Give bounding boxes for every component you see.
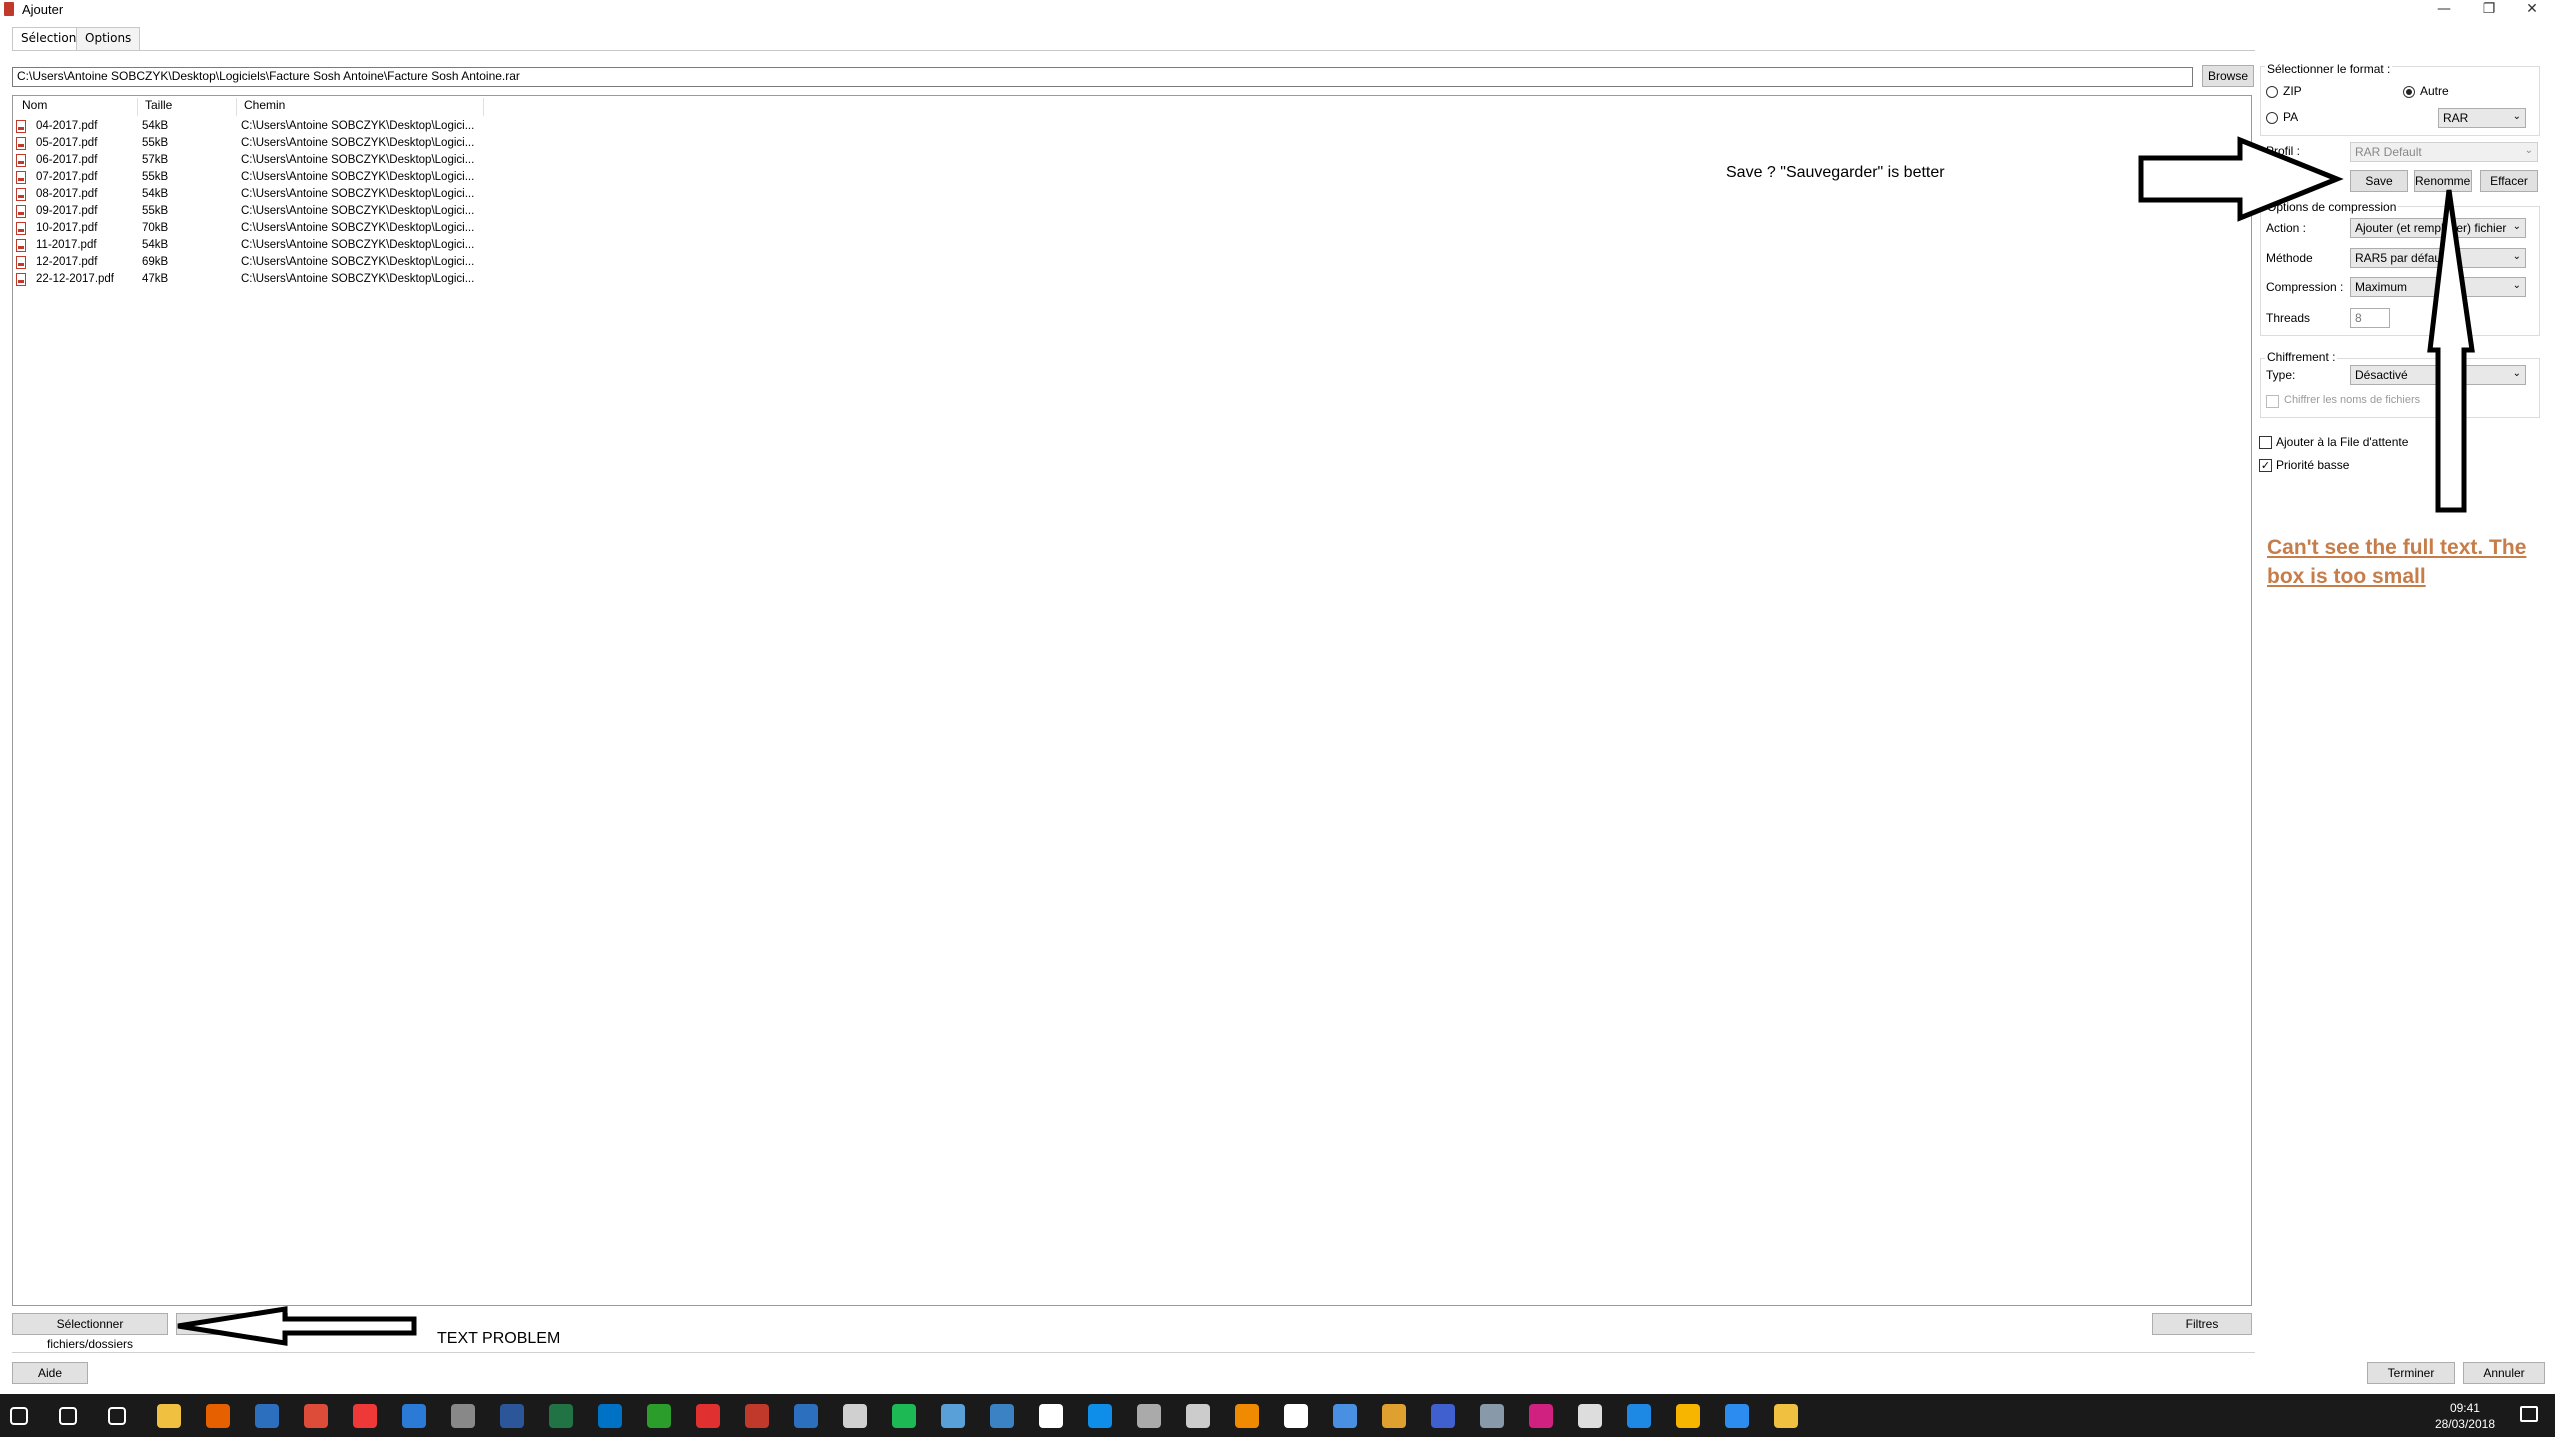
itunes-icon[interactable]	[843, 1404, 867, 1428]
spotify-icon[interactable]	[892, 1404, 916, 1428]
app-cube-icon[interactable]	[1382, 1404, 1406, 1428]
acrobat-icon[interactable]	[745, 1404, 769, 1428]
arrow-left-annotation	[177, 1306, 417, 1346]
magnifier-icon[interactable]	[1284, 1404, 1308, 1428]
keepass-icon[interactable]	[1480, 1404, 1504, 1428]
app-monitor-icon[interactable]	[1627, 1404, 1651, 1428]
app-wheel-icon[interactable]	[1186, 1404, 1210, 1428]
arrow-up-annotation	[2427, 189, 2475, 513]
annotation-arrows	[177, 136, 2475, 1346]
chrome-icon[interactable]	[304, 1404, 328, 1428]
app-fs-icon[interactable]	[1529, 1404, 1553, 1428]
app-brush-icon[interactable]	[1333, 1404, 1357, 1428]
vlc-icon[interactable]	[1235, 1404, 1259, 1428]
search-icon[interactable]	[59, 1407, 77, 1425]
thunderbird-icon[interactable]	[255, 1404, 279, 1428]
vivaldi-icon[interactable]	[353, 1404, 377, 1428]
folder-archive-icon[interactable]	[1774, 1404, 1798, 1428]
word-icon[interactable]	[500, 1404, 524, 1428]
app-red-icon[interactable]	[696, 1404, 720, 1428]
file-explorer-icon[interactable]	[157, 1404, 181, 1428]
firefox-icon[interactable]	[206, 1404, 230, 1428]
clock-date: 28/03/2018	[2434, 1417, 2495, 1431]
taskbar	[0, 1394, 2555, 1437]
app-globe-icon[interactable]	[1431, 1404, 1455, 1428]
edge-icon[interactable]	[402, 1404, 426, 1428]
teamviewer-icon[interactable]	[1088, 1404, 1112, 1428]
app-flower-icon[interactable]	[1676, 1404, 1700, 1428]
taskbar-clock[interactable]: 09:41 28/03/2018	[2435, 1400, 2495, 1432]
app-pill-icon[interactable]	[1725, 1404, 1749, 1428]
clock-time: 09:41	[2449, 1401, 2480, 1415]
outlook-icon[interactable]	[598, 1404, 622, 1428]
windows-start-icon[interactable]	[10, 1407, 28, 1425]
app-disc-icon[interactable]	[1137, 1404, 1161, 1428]
arrow-right-annotation	[2138, 136, 2344, 222]
store-icon[interactable]	[451, 1404, 475, 1428]
notification-icon[interactable]	[2520, 1406, 2538, 1422]
excel-icon[interactable]	[549, 1404, 573, 1428]
chart-app-icon[interactable]	[941, 1404, 965, 1428]
app-cross-icon[interactable]	[1578, 1404, 1602, 1428]
app-64-icon[interactable]	[647, 1404, 671, 1428]
app-blue-icon[interactable]	[794, 1404, 818, 1428]
app-qb-icon[interactable]	[990, 1404, 1014, 1428]
task-view-icon[interactable]	[108, 1407, 126, 1425]
app-flag-icon[interactable]	[1039, 1404, 1063, 1428]
